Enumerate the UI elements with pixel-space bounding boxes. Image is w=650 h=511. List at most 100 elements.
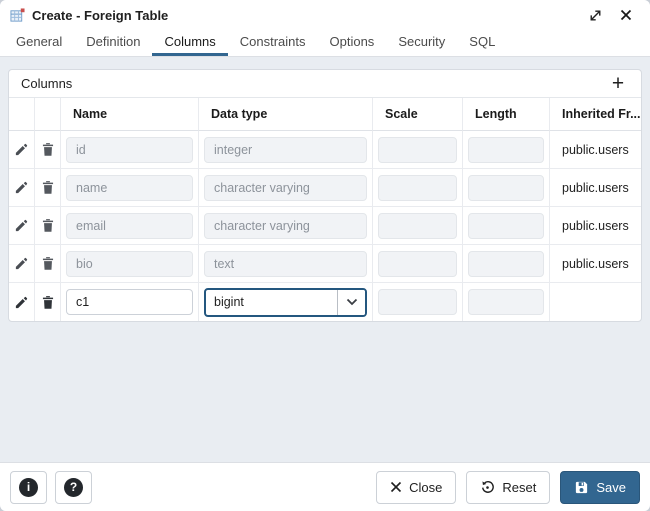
column-datatype-select[interactable]: bigint <box>204 287 367 317</box>
table-row-cell: bigint <box>199 283 373 321</box>
column-inherited-from: public.users <box>550 169 641 207</box>
reset-button-label: Reset <box>502 479 537 495</box>
edit-row-button[interactable] <box>9 207 34 244</box>
dialog-content: Columns + Name Data type Scale Length In… <box>0 57 650 462</box>
column-scale-input <box>378 212 457 239</box>
table-row-cell <box>373 245 463 283</box>
save-floppy-icon <box>574 480 589 495</box>
column-name-input <box>66 212 193 239</box>
column-length-input <box>468 212 544 239</box>
tab-constraints[interactable]: Constraints <box>228 30 318 56</box>
table-row-cell <box>61 169 199 207</box>
dialog-tabbar: General Definition Columns Constraints O… <box>0 30 650 57</box>
table-row-cell <box>61 245 199 283</box>
dialog-title: Create - Foreign Table <box>32 7 169 23</box>
table-row-cell <box>373 283 463 321</box>
table-row-cell <box>35 245 61 283</box>
table-row-cell <box>9 245 35 283</box>
table-row-cell <box>373 169 463 207</box>
edit-row-button[interactable] <box>9 169 34 206</box>
columns-panel-header: Columns + <box>9 70 641 98</box>
save-button-label: Save <box>596 479 626 495</box>
columns-panel-title: Columns <box>21 76 73 91</box>
table-row-cell <box>35 207 61 245</box>
header-delete-spacer <box>35 98 61 131</box>
table-row-cell <box>35 131 61 169</box>
column-length-input <box>468 289 544 315</box>
column-scale-input <box>378 174 457 201</box>
edit-row-button[interactable] <box>9 283 34 321</box>
table-row-cell <box>9 207 35 245</box>
expand-icon[interactable] <box>583 3 607 27</box>
reset-button[interactable]: Reset <box>466 470 551 504</box>
table-row-cell <box>61 207 199 245</box>
table-row-cell <box>61 283 199 321</box>
create-foreign-table-dialog: Create - Foreign Table General Definitio… <box>0 0 650 511</box>
close-x-icon <box>390 481 402 493</box>
columns-panel: Columns + Name Data type Scale Length In… <box>8 69 642 322</box>
tab-general[interactable]: General <box>4 30 74 56</box>
close-button[interactable]: Close <box>376 470 457 504</box>
column-datatype-input <box>204 212 367 239</box>
table-row-cell <box>373 207 463 245</box>
table-row-cell <box>463 283 550 321</box>
reset-icon <box>480 480 495 495</box>
column-scale-input <box>378 136 457 163</box>
edit-row-button[interactable] <box>9 245 34 282</box>
column-inherited-from <box>550 283 641 321</box>
edit-row-button[interactable] <box>9 131 34 168</box>
column-name-input <box>66 250 193 277</box>
table-row-cell <box>199 245 373 283</box>
save-button[interactable]: Save <box>560 470 640 504</box>
tab-columns[interactable]: Columns <box>152 30 228 56</box>
header-length: Length <box>463 98 550 131</box>
delete-row-button[interactable] <box>35 245 60 282</box>
delete-row-button[interactable] <box>35 207 60 244</box>
close-button-label: Close <box>409 479 443 495</box>
dialog-footer: i ? Close Reset Save <box>0 462 650 511</box>
table-row-cell <box>9 169 35 207</box>
tab-security[interactable]: Security <box>386 30 457 56</box>
column-datatype-input <box>204 174 367 201</box>
tab-definition[interactable]: Definition <box>74 30 152 56</box>
add-column-button[interactable]: + <box>605 72 631 96</box>
column-scale-input <box>378 289 457 315</box>
column-name-input <box>66 136 193 163</box>
table-icon <box>10 7 25 23</box>
column-inherited-from: public.users <box>550 131 641 169</box>
table-row-cell <box>199 131 373 169</box>
tab-options[interactable]: Options <box>318 30 387 56</box>
column-scale-input <box>378 250 457 277</box>
table-row-cell <box>463 169 550 207</box>
tab-sql[interactable]: SQL <box>457 30 507 56</box>
delete-row-button[interactable] <box>35 283 60 321</box>
delete-row-button[interactable] <box>35 131 60 168</box>
column-length-input <box>468 250 544 277</box>
info-button[interactable]: i <box>10 470 47 504</box>
column-length-input <box>468 174 544 201</box>
header-inherited-from: Inherited Fr... <box>550 98 641 131</box>
table-row-cell <box>463 131 550 169</box>
columns-table: Name Data type Scale Length Inherited Fr… <box>9 98 641 321</box>
table-row-cell <box>463 207 550 245</box>
table-row-cell <box>199 169 373 207</box>
column-name-input[interactable] <box>66 289 193 315</box>
header-edit-spacer <box>9 98 35 131</box>
table-row-cell <box>199 207 373 245</box>
delete-row-button[interactable] <box>35 169 60 206</box>
column-inherited-from: public.users <box>550 207 641 245</box>
close-icon[interactable] <box>614 3 638 27</box>
table-row-cell <box>9 131 35 169</box>
info-icon: i <box>19 477 38 497</box>
help-icon: ? <box>64 477 83 497</box>
table-row-cell <box>463 245 550 283</box>
table-row-cell <box>9 283 35 321</box>
column-length-input <box>468 136 544 163</box>
table-row-cell <box>61 131 199 169</box>
table-row-cell <box>35 169 61 207</box>
help-button[interactable]: ? <box>55 470 92 504</box>
column-datatype-input <box>204 250 367 277</box>
header-name: Name <box>61 98 199 131</box>
header-data-type: Data type <box>199 98 373 131</box>
table-row-cell <box>373 131 463 169</box>
